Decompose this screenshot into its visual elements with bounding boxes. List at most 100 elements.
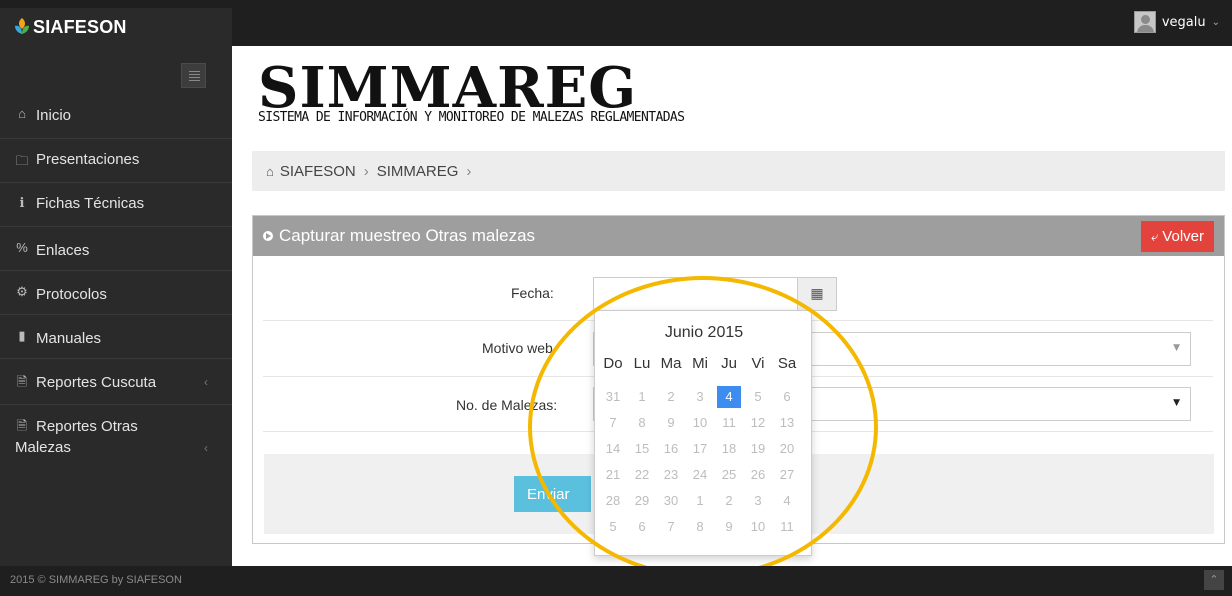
calendar-day[interactable]: 11 — [775, 516, 799, 538]
sidebar-item-inicio[interactable]: ⌂ Inicio — [0, 92, 232, 138]
chevron-right-icon: › — [466, 162, 472, 180]
home-icon: ⌂ — [266, 163, 274, 179]
calendar-day-selected[interactable]: 4 — [717, 386, 741, 408]
calendar-day[interactable]: 8 — [688, 516, 712, 538]
panel-title: Capturar muestreo Otras malezas — [263, 226, 535, 246]
calendar-day[interactable]: 11 — [717, 412, 741, 434]
weekday-header: Mi — [692, 355, 708, 372]
panel-header: Capturar muestreo Otras malezas ⤶ Volver — [253, 216, 1224, 256]
weekday-header: Ju — [721, 355, 737, 372]
sidebar-item-fichas-tecnicas[interactable]: i Fichas Técnicas — [0, 182, 232, 226]
scroll-top-icon[interactable]: ⌃ — [1204, 570, 1224, 590]
sidebar-item-label: Inicio — [36, 107, 72, 124]
home-icon: ⌂ — [18, 106, 26, 121]
calendar-day[interactable]: 23 — [659, 464, 683, 486]
sidebar-item-label: Enlaces — [36, 242, 90, 259]
datepicker: Junio 2015 Do Lu Ma Mi Ju Vi Sa 31 1 2 3 4 5 6 7 8 9 10 11… — [594, 310, 812, 556]
brand-subtitle: SISTEMA DE INFORMACIÓN Y MONITOREO DE MA… — [258, 110, 685, 125]
file-icon: 🗎 — [16, 418, 28, 433]
back-button[interactable]: ⤶ Volver — [1141, 221, 1214, 252]
sidebar-item-label: Reportes Otras — [36, 418, 138, 435]
calendar-day[interactable]: 10 — [688, 412, 712, 434]
calendar-day[interactable]: 30 — [659, 490, 683, 512]
chevron-right-icon: › — [363, 162, 369, 180]
calendar-day[interactable]: 4 — [775, 490, 799, 512]
calendar-day[interactable]: 27 — [775, 464, 799, 486]
calendar-day[interactable]: 28 — [601, 490, 625, 512]
calendar-day[interactable]: 7 — [659, 516, 683, 538]
datepicker-month-title[interactable]: Junio 2015 — [595, 324, 813, 342]
calendar-day[interactable]: 6 — [775, 386, 799, 408]
calendar-day[interactable]: 12 — [746, 412, 770, 434]
footer: 2015 © SIMMAREG by SIAFESON ⌃ — [0, 566, 1232, 596]
sidebar-item-enlaces[interactable]: % Enlaces — [0, 226, 232, 270]
gear-icon: ⚙ — [16, 284, 28, 299]
calendar-day[interactable]: 7 — [601, 412, 625, 434]
caret-down-icon: ▼ — [1173, 398, 1180, 408]
sidebar-item-label: Presentaciones — [36, 151, 140, 168]
calendar-day[interactable]: 2 — [659, 386, 683, 408]
breadcrumb-item-simmareg[interactable]: SIMMAREG — [377, 163, 459, 180]
sidebar-item-reportes-otras-malezas[interactable]: 🗎 Reportes Otras Malezas ‹ — [0, 404, 232, 470]
calendar-day[interactable]: 13 — [775, 412, 799, 434]
calendar-day[interactable]: 26 — [746, 464, 770, 486]
submit-button[interactable]: Enviar — [514, 476, 591, 512]
book-icon: ▮ — [18, 328, 26, 343]
calendar-day[interactable]: 20 — [775, 438, 799, 460]
calendar-day[interactable]: 1 — [688, 490, 712, 512]
sidebar-item-presentaciones[interactable]: 🗀 Presentaciones — [0, 138, 232, 182]
info-icon: i — [19, 196, 25, 211]
sidebar-item-label: Fichas Técnicas — [36, 195, 145, 212]
footer-text: 2015 © SIMMAREG by SIAFESON — [10, 574, 182, 586]
back-button-label: Volver — [1162, 228, 1204, 245]
calendar-day[interactable]: 1 — [630, 386, 654, 408]
calendar-day[interactable]: 5 — [601, 516, 625, 538]
play-circle-icon — [263, 231, 273, 241]
breadcrumb: ⌂ SIAFESON › SIMMAREG › — [252, 151, 1225, 191]
brand-title: SIMMAREG — [258, 55, 638, 121]
sidebar-item-manuales[interactable]: ▮ Manuales — [0, 314, 232, 358]
malezas-label: No. de Malezas: — [456, 397, 558, 413]
file-icon: 🗎 — [16, 374, 28, 389]
sidebar-item-protocolos[interactable]: ⚙ Protocolos — [0, 270, 232, 314]
calendar-day[interactable]: 15 — [630, 438, 654, 460]
calendar-day[interactable]: 9 — [717, 516, 741, 538]
motivo-label: Motivo web — [482, 340, 553, 356]
fecha-input[interactable] — [593, 277, 799, 311]
calendar-day[interactable]: 18 — [717, 438, 741, 460]
sidebar-item-reportes-cuscuta[interactable]: 🗎 Reportes Cuscuta ‹ — [0, 358, 232, 404]
folder-icon: 🗀 — [15, 153, 29, 168]
weekday-header: Lu — [633, 355, 651, 372]
calendar-icon[interactable]: ▦ — [797, 277, 837, 311]
calendar-day[interactable]: 16 — [659, 438, 683, 460]
breadcrumb-item-siafeson[interactable]: SIAFESON — [280, 163, 356, 180]
calendar-day[interactable]: 17 — [688, 438, 712, 460]
weekday-header: Sa — [777, 355, 797, 372]
calendar-day[interactable]: 9 — [659, 412, 683, 434]
calendar-day[interactable]: 6 — [630, 516, 654, 538]
panel-title-text: Capturar muestreo Otras malezas — [279, 226, 536, 245]
fecha-label: Fecha: — [511, 285, 554, 301]
user-name: vegalu — [1161, 14, 1206, 30]
calendar-day[interactable]: 10 — [746, 516, 770, 538]
calendar-day[interactable]: 3 — [688, 386, 712, 408]
calendar-day[interactable]: 31 — [601, 386, 625, 408]
calendar-day[interactable]: 5 — [746, 386, 770, 408]
sidebar-item-label: Manuales — [36, 330, 102, 347]
sidebar-toggle-button[interactable] — [181, 63, 206, 88]
user-menu[interactable]: vegalu ⌄ — [1133, 10, 1220, 34]
calendar-day[interactable]: 22 — [630, 464, 654, 486]
calendar-day[interactable]: 24 — [688, 464, 712, 486]
calendar-day[interactable]: 2 — [717, 490, 741, 512]
calendar-day[interactable]: 29 — [630, 490, 654, 512]
calendar-day[interactable]: 8 — [630, 412, 654, 434]
calendar-day[interactable]: 3 — [746, 490, 770, 512]
calendar-day[interactable]: 14 — [601, 438, 625, 460]
calendar-day[interactable]: 19 — [746, 438, 770, 460]
calendar-day[interactable]: 25 — [717, 464, 741, 486]
app-logo[interactable]: SIAFESON — [0, 8, 232, 46]
chevron-down-icon: ⌄ — [1211, 16, 1220, 28]
calendar-day[interactable]: 21 — [601, 464, 625, 486]
weekday-header: Vi — [751, 355, 765, 372]
user-avatar-icon — [1133, 11, 1156, 33]
